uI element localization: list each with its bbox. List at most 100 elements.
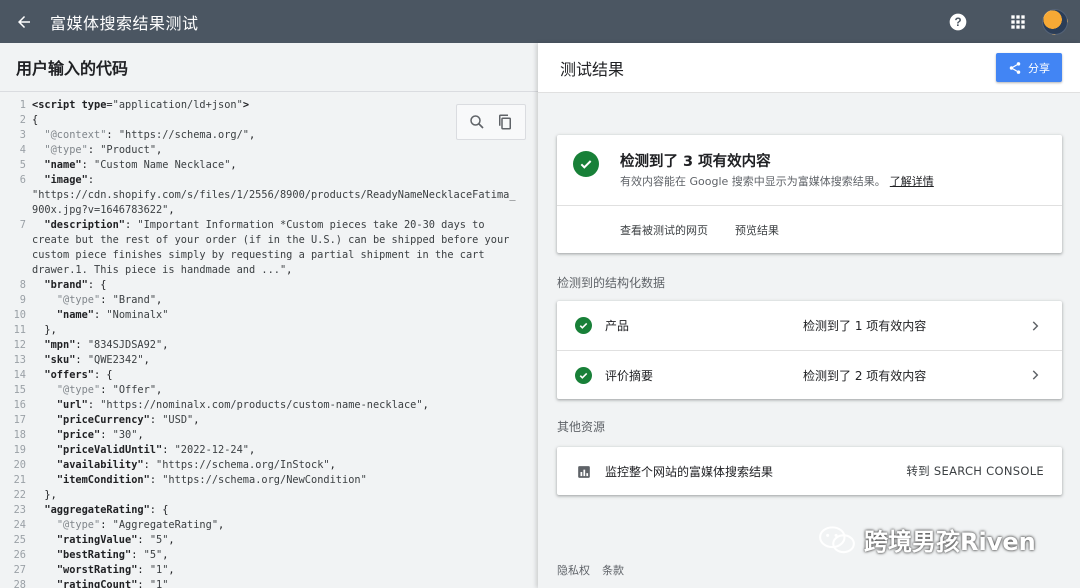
arrow-left-icon <box>18 15 30 28</box>
go-to-search-console-link[interactable]: 转到 SEARCH CONSOLE <box>906 463 1044 479</box>
code-line: 9 "@type": "Brand", <box>0 293 538 308</box>
account-avatar[interactable] <box>1042 8 1068 35</box>
line-text: "url": "https://nominalx.com/products/cu… <box>56 399 429 411</box>
code-line: 26 "bestRating": "5", <box>0 548 538 563</box>
apps-grid-icon <box>1011 14 1025 29</box>
code-line: 23 "aggregateRating": { <box>0 503 538 518</box>
share-button[interactable]: 分享 <box>996 53 1062 82</box>
line-text: "@type": "Product", <box>44 144 163 156</box>
item-label: 产品 <box>605 319 630 333</box>
line-number: 2 <box>19 114 26 126</box>
line-number <box>0 203 32 218</box>
results-title: 测试结果 <box>560 59 625 79</box>
code-line: 14 "offers": { <box>0 368 538 383</box>
privacy-link[interactable]: 隐私权 <box>557 562 590 578</box>
line-number: 13 <box>13 354 26 366</box>
svg-text:?: ? <box>954 16 961 29</box>
back-button[interactable] <box>2 0 46 43</box>
line-text: "availability": "https://schema.org/InSt… <box>56 459 336 471</box>
line-text: "ratingValue": "5", <box>56 534 175 546</box>
copy-icon[interactable] <box>496 113 514 131</box>
line-number: 15 <box>13 384 26 396</box>
code-line: 7 "description": "Important Information … <box>0 218 538 233</box>
line-text: "itemCondition": "https://schema.org/New… <box>56 474 367 486</box>
search-icon[interactable] <box>468 113 486 131</box>
code-toolbar <box>456 104 526 140</box>
terms-link[interactable]: 条款 <box>602 562 624 578</box>
line-text: "offers": { <box>44 369 113 381</box>
line-number: 25 <box>13 534 26 546</box>
line-text: "worstRating": "1", <box>56 564 175 576</box>
code-line: drawer.1. This piece is handmade and ...… <box>0 263 538 278</box>
line-text: "ratingCount": "1" <box>56 579 169 588</box>
learn-more-link[interactable]: 了解详情 <box>890 175 934 188</box>
line-number: 24 <box>13 519 26 531</box>
summary-divider <box>557 205 1062 206</box>
item-status: 检测到了 2 项有效内容 <box>803 368 927 383</box>
code-line: 6 "image": <box>0 173 538 188</box>
code-line: 12 "mpn": "834SJDSA92", <box>0 338 538 353</box>
search-console-card[interactable]: 监控整个网站的富媒体搜索结果 转到 SEARCH CONSOLE <box>557 447 1062 495</box>
chevron-right-icon <box>1032 370 1039 380</box>
valid-items-headline: 检测到了 3 项有效内容 <box>620 154 771 170</box>
help-button[interactable]: ? <box>948 12 968 32</box>
line-text: "brand": { <box>44 279 107 291</box>
view-tested-page-button[interactable]: 查看被测试的网页 <box>620 222 708 238</box>
results-pane-header: 测试结果 分享 <box>538 43 1080 93</box>
line-number: 20 <box>13 459 26 471</box>
code-line: custom piece finishes simply by requesti… <box>0 248 538 263</box>
other-resources-label: 其他资源 <box>557 420 606 434</box>
watermark-text: 跨境男孩Riven <box>864 528 1036 556</box>
line-text: "bestRating": "5", <box>56 549 169 561</box>
summary-card: 检测到了 3 项有效内容 有效内容能在 Google 搜索中显示为富媒体搜索结果… <box>557 135 1062 253</box>
line-number: 11 <box>13 324 26 336</box>
line-text: <script type="application/ld+json"> <box>32 99 250 111</box>
list-item-product[interactable]: 产品 检测到了 1 项有效内容 <box>557 301 1062 350</box>
summary-description: 有效内容能在 Google 搜索中显示为富媒体搜索结果。 了解详情 <box>620 175 934 188</box>
line-text: "aggregateRating": { <box>44 504 169 516</box>
line-text: "mpn": "834SJDSA92", <box>44 339 169 351</box>
line-text: }, <box>32 489 57 501</box>
code-line: 17 "priceCurrency": "USD", <box>0 413 538 428</box>
line-text: "priceCurrency": "USD", <box>56 414 200 426</box>
code-line: 19 "priceValidUntil": "2022-12-24", <box>0 443 538 458</box>
line-number: 18 <box>13 429 26 441</box>
line-text: "@type": "Brand", <box>56 294 163 306</box>
line-text: { <box>32 114 39 126</box>
results-pane: 测试结果 分享 检测到了 3 项有效内容 有效内容能在 Google 搜索中显示… <box>538 43 1080 588</box>
bar-chart-icon <box>578 466 590 478</box>
line-text: }, <box>32 324 57 336</box>
line-text: drawer.1. This piece is handmade and ...… <box>32 264 293 276</box>
line-text: "name": "Custom Name Necklace", <box>44 159 237 171</box>
item-label: 评价摘要 <box>605 368 654 383</box>
code-input-pane: 用户输入的代码 1 <script type="application/ld+js… <box>0 43 538 588</box>
line-number <box>0 188 32 203</box>
line-number: 28 <box>13 579 26 588</box>
code-line: 10 "name": "Nominalx" <box>0 308 538 323</box>
code-line: 13 "sku": "QWE2342", <box>0 353 538 368</box>
line-text: "@type": "AggregateRating", <box>56 519 225 531</box>
line-number <box>0 263 32 278</box>
check-circle-icon <box>575 317 592 334</box>
structured-data-list: 产品 检测到了 1 项有效内容 评价摘要 检测到了 2 项有效内容 <box>557 301 1062 399</box>
code-lines: 1 <script type="application/ld+json"> 2{3 … <box>0 93 538 588</box>
line-number <box>0 248 32 263</box>
code-line: 28 "ratingCount": "1" <box>0 578 538 588</box>
code-line: 5 "name": "Custom Name Necklace", <box>0 158 538 173</box>
line-text: create but the rest of your order (if in… <box>32 234 510 246</box>
line-text: "description": "Important Information *C… <box>44 219 485 231</box>
line-number: 8 <box>19 279 26 291</box>
code-line: 18 "price": "30", <box>0 428 538 443</box>
line-number: 23 <box>13 504 26 516</box>
list-item-review-snippet[interactable]: 评价摘要 检测到了 2 项有效内容 <box>557 350 1062 399</box>
code-editor[interactable]: 1 <script type="application/ld+json"> 2{3 … <box>0 93 538 588</box>
page-title: 富媒体搜索结果测试 <box>50 13 199 33</box>
line-text: "priceValidUntil": "2022-12-24", <box>56 444 256 456</box>
share-label: 分享 <box>1028 61 1050 75</box>
line-text: "sku": "QWE2342", <box>44 354 150 366</box>
preview-results-button[interactable]: 预览结果 <box>735 222 779 238</box>
line-number: 6 <box>19 174 26 186</box>
line-number: 1 <box>19 99 26 111</box>
apps-button[interactable] <box>1008 12 1028 32</box>
line-text: custom piece finishes simply by requesti… <box>32 249 485 261</box>
